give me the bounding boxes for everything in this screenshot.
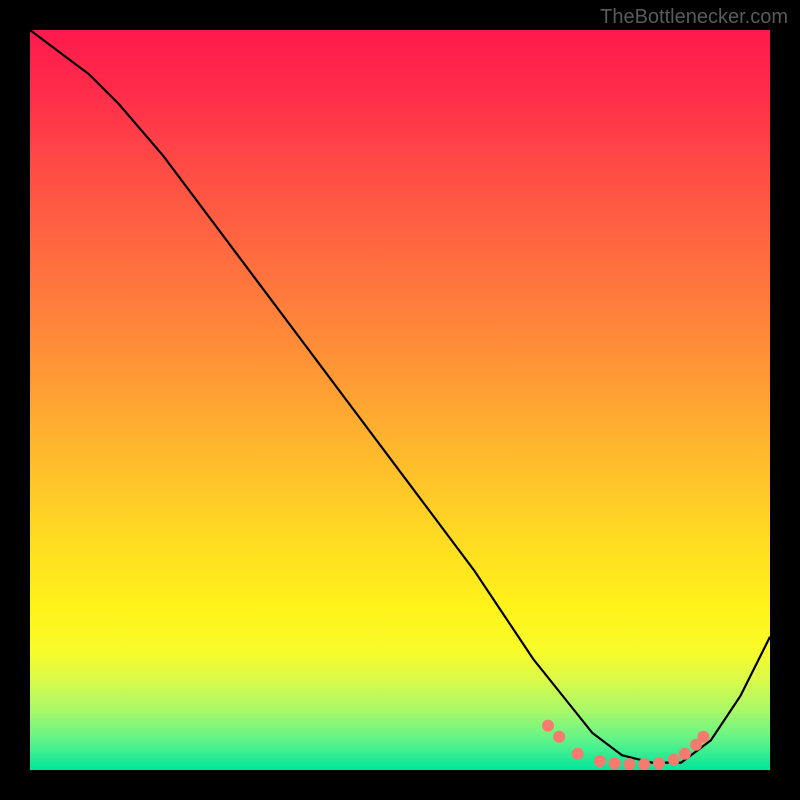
watermark-text: TheBottlenecker.com (600, 6, 788, 29)
chart-svg (30, 30, 770, 770)
marker-dot (553, 731, 565, 743)
marker-dot (679, 748, 691, 760)
marker-dot (594, 755, 606, 767)
marker-dot (697, 731, 709, 743)
plot-area (30, 30, 770, 770)
marker-dot (623, 758, 635, 770)
bottleneck-curve (30, 30, 770, 763)
marker-dot (668, 754, 680, 766)
marker-dot (609, 757, 621, 769)
marker-dot (542, 720, 554, 732)
marker-group (542, 720, 709, 770)
marker-dot (572, 748, 584, 760)
marker-dot (653, 757, 665, 769)
marker-dot (638, 758, 650, 770)
